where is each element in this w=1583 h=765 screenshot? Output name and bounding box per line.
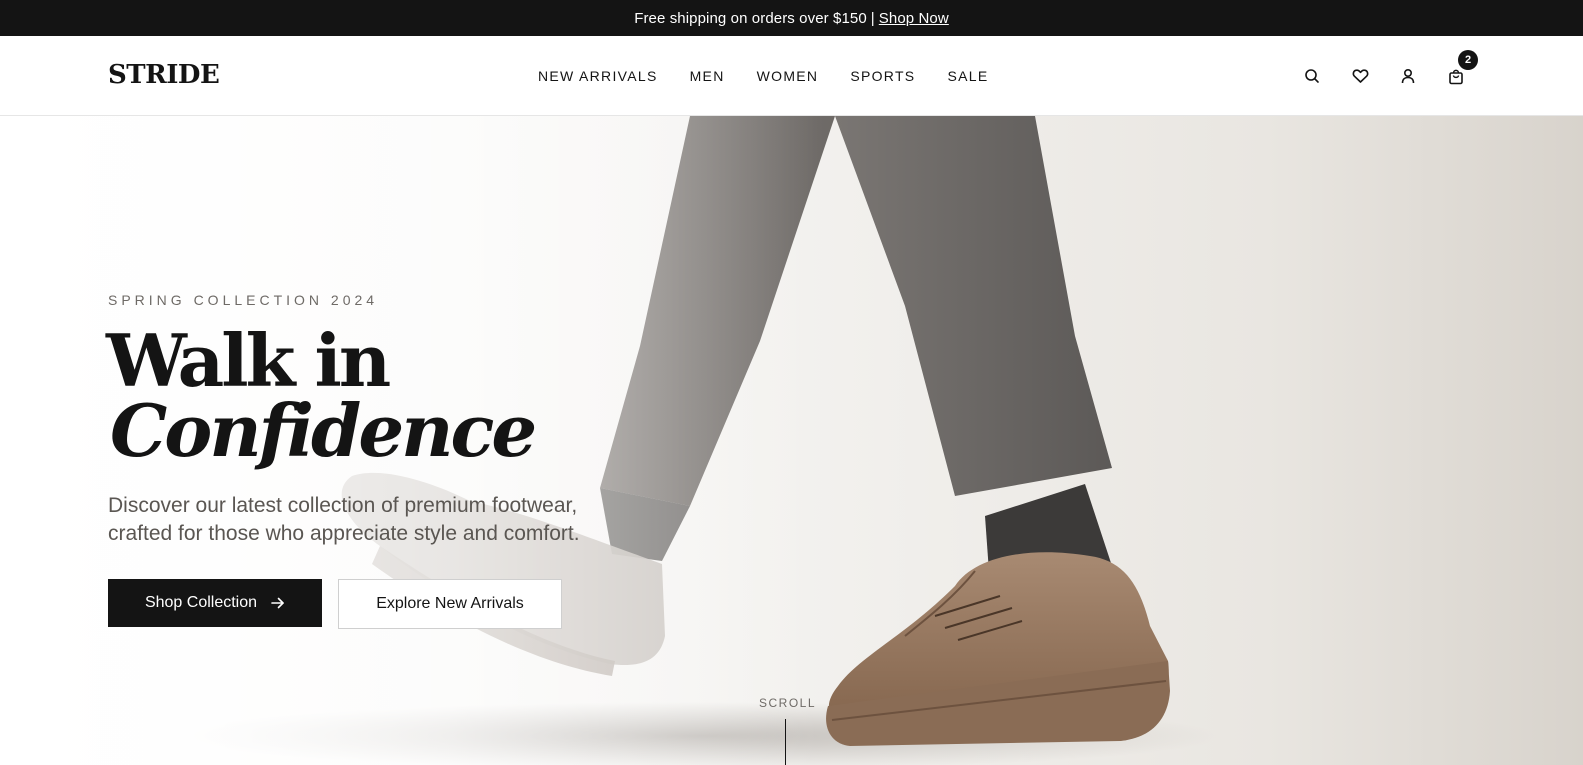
account-button[interactable]	[1396, 64, 1420, 88]
announcement-bar: Free shipping on orders over $150 | Shop…	[0, 0, 1583, 36]
cart-button[interactable]: 2	[1444, 50, 1478, 88]
hero-subtext: Discover our latest collection of premiu…	[108, 494, 580, 545]
shop-collection-button[interactable]: Shop Collection	[108, 579, 322, 627]
logo[interactable]: STRIDE	[108, 60, 220, 90]
explore-new-arrivals-button[interactable]: Explore New Arrivals	[338, 579, 562, 629]
shop-collection-label: Shop Collection	[144, 594, 258, 611]
hero-eyebrow: SPRING COLLECTION 2024	[108, 292, 379, 308]
main-nav: NEW ARRIVALS MEN WOMEN SPORTS SALE	[538, 36, 1020, 116]
cart-icon	[1449, 69, 1463, 84]
nav-item-sports[interactable]: SPORTS	[850, 68, 915, 84]
user-icon	[1401, 68, 1415, 84]
nav-item-sale[interactable]: SALE	[947, 68, 988, 84]
cart-count-badge: 2	[1458, 50, 1478, 70]
nav-item-women[interactable]: WOMEN	[757, 68, 819, 84]
explore-new-arrivals-label: Explore New Arrivals	[376, 595, 524, 612]
heart-icon	[1352, 69, 1368, 83]
wishlist-button[interactable]	[1348, 64, 1372, 88]
scroll-indicator-line	[785, 719, 786, 765]
nav-item-new-arrivals[interactable]: NEW ARRIVALS	[538, 68, 658, 84]
announcement-text: Free shipping on orders over $150	[634, 9, 867, 27]
arrow-right-icon	[271, 597, 284, 609]
nav-item-men[interactable]: MEN	[690, 68, 725, 84]
search-button[interactable]	[1300, 64, 1324, 88]
header-icons: 2	[1300, 36, 1478, 116]
search-icon	[1305, 69, 1319, 83]
site-header: STRIDE NEW ARRIVALS MEN WOMEN SPORTS SAL…	[0, 36, 1583, 116]
shop-now-link[interactable]: Shop Now	[879, 10, 949, 27]
scroll-indicator-label: SCROLL	[759, 696, 817, 710]
hero-section: SPRING COLLECTION 2024 Walk in Confidenc…	[0, 116, 1583, 765]
hero-headline-line2: Confidence	[110, 388, 537, 473]
hero-headline: Walk in Confidence	[106, 325, 537, 473]
announcement-separator: |	[870, 9, 875, 27]
